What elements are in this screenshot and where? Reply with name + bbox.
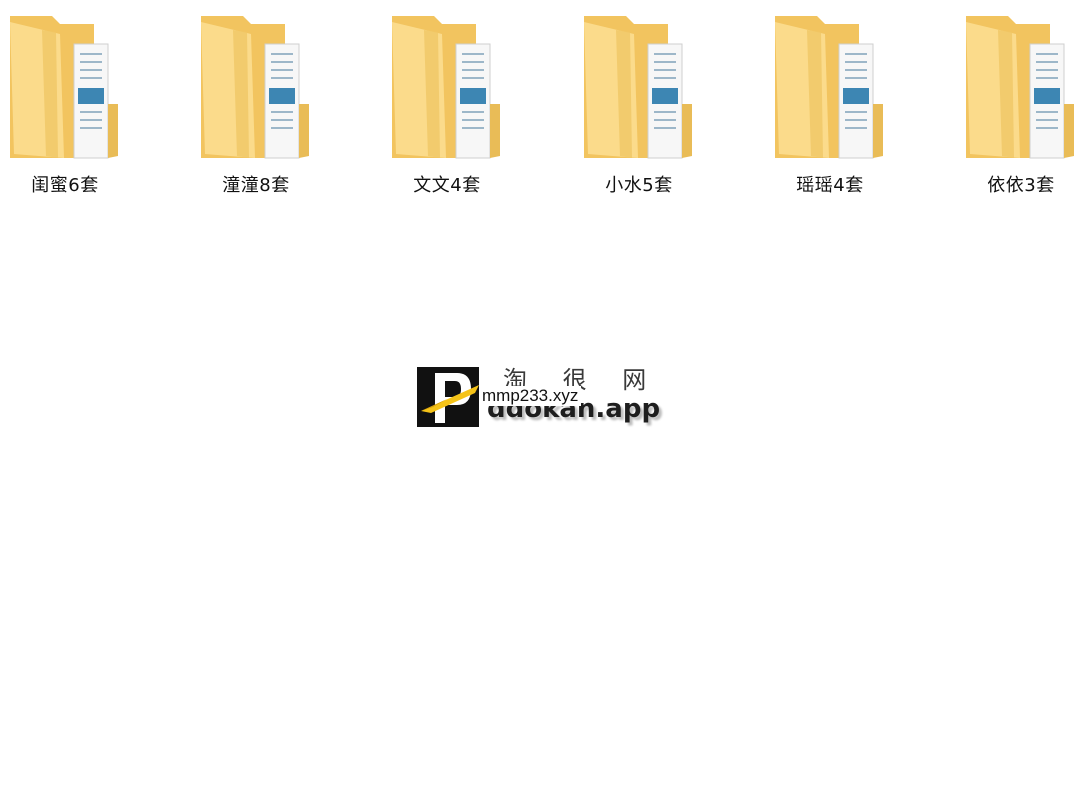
watermark-url: mmp233.xyz bbox=[479, 386, 582, 406]
folder-icon bbox=[201, 16, 309, 159]
folder-icon bbox=[966, 16, 1074, 159]
folder-item[interactable]: 瑶瑶4套 bbox=[755, 8, 905, 198]
folder-icon bbox=[392, 16, 500, 159]
folder-label: 小水5套 bbox=[605, 175, 673, 196]
folder-label: 依依3套 bbox=[987, 175, 1055, 196]
folder-label: 潼潼8套 bbox=[222, 175, 290, 196]
folder-grid: 闺蜜6套 潼潼8套 文文4套 小水5套 瑶瑶4套 依依3套 bbox=[0, 0, 1080, 210]
folder-icon bbox=[584, 16, 692, 159]
folder-item[interactable]: 依依3套 bbox=[946, 8, 1080, 198]
folder-item[interactable]: 潼潼8套 bbox=[181, 8, 331, 198]
folder-icon bbox=[10, 16, 118, 159]
logo-p-icon bbox=[417, 367, 479, 427]
folder-label: 瑶瑶4套 bbox=[796, 175, 864, 196]
folder-item[interactable]: 小水5套 bbox=[564, 8, 714, 198]
folder-label: 闺蜜6套 bbox=[31, 175, 99, 196]
folder-icon bbox=[775, 16, 883, 159]
folder-label: 文文4套 bbox=[413, 175, 481, 196]
folder-item[interactable]: 闺蜜6套 bbox=[0, 8, 140, 198]
folder-item[interactable]: 文文4套 bbox=[372, 8, 522, 198]
